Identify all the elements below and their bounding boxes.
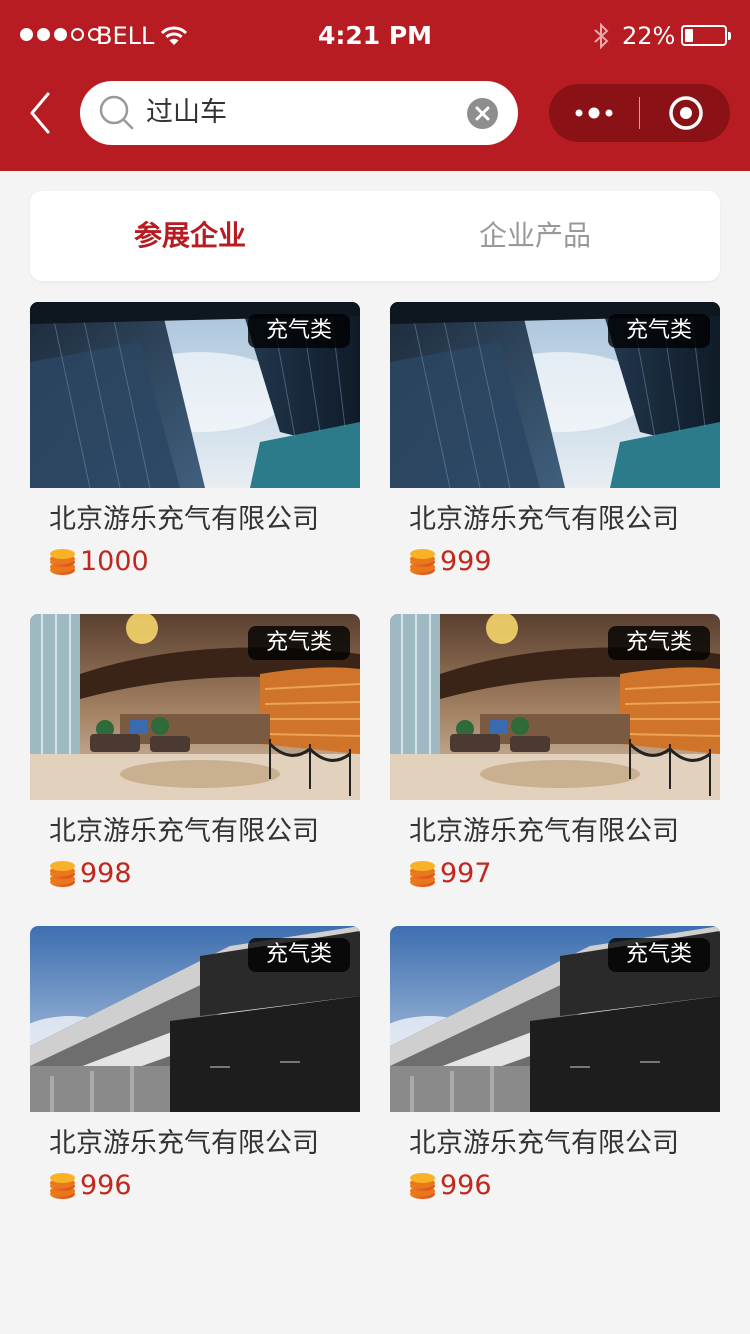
coin-icon: [410, 1173, 435, 1199]
battery-icon: [681, 25, 731, 46]
search-input[interactable]: [146, 91, 456, 135]
coin-icon: [50, 549, 75, 575]
company-image: 充气类: [390, 926, 720, 1112]
coin-price: 998: [49, 856, 132, 892]
category-badge: 充气类: [607, 314, 710, 348]
price-value: 999: [440, 546, 492, 577]
coin-price: 996: [409, 1168, 492, 1204]
company-card[interactable]: 充气类 北京游乐充气有限公司 997: [390, 614, 720, 900]
coin-price: 1000: [49, 544, 149, 580]
coin-price: 999: [409, 544, 492, 580]
back-button[interactable]: [20, 88, 64, 138]
price-value: 998: [80, 858, 132, 889]
status-bar: BELL 4:21 PM 22%: [0, 0, 750, 72]
tab-exhibitors[interactable]: 参展企业: [30, 191, 350, 281]
coin-icon: [410, 861, 435, 887]
price-value: 1000: [80, 546, 149, 577]
price-value: 997: [440, 858, 492, 889]
category-badge: 充气类: [607, 938, 710, 972]
category-badge: 充气类: [607, 626, 710, 660]
company-card[interactable]: 充气类 北京游乐充气有限公司 998: [30, 614, 360, 900]
company-image: 充气类: [30, 614, 360, 800]
category-badge: 充气类: [247, 314, 350, 348]
company-card[interactable]: 充气类 北京游乐充气有限公司 999: [390, 302, 720, 588]
coin-icon: [50, 861, 75, 887]
miniprogram-capsule: [549, 84, 730, 142]
company-image: 充气类: [390, 302, 720, 488]
tab-bar: 参展企业 企业产品: [30, 191, 720, 281]
coin-icon: [410, 549, 435, 575]
price-value: 996: [80, 1170, 132, 1201]
company-image: 充气类: [30, 302, 360, 488]
bluetooth-icon: [594, 22, 609, 50]
company-name: 北京游乐充气有限公司: [409, 816, 679, 847]
close-icon: [475, 106, 490, 121]
search-bar[interactable]: [80, 81, 518, 145]
coin-price: 996: [49, 1168, 132, 1204]
company-name: 北京游乐充气有限公司: [409, 1128, 679, 1159]
price-value: 996: [440, 1170, 492, 1201]
search-icon: [99, 95, 134, 130]
coin-price: 997: [409, 856, 492, 892]
more-options-button[interactable]: [549, 84, 639, 142]
company-name: 北京游乐充气有限公司: [409, 504, 679, 535]
coin-icon: [50, 1173, 75, 1199]
tab-products[interactable]: 企业产品: [375, 191, 695, 281]
company-name: 北京游乐充气有限公司: [49, 504, 319, 535]
company-card[interactable]: 充气类 北京游乐充气有限公司 996: [390, 926, 720, 1212]
company-name: 北京游乐充气有限公司: [49, 1128, 319, 1159]
clear-search-button[interactable]: [467, 98, 498, 129]
battery-percent: 22%: [622, 22, 676, 50]
close-miniprogram-button[interactable]: [640, 84, 730, 142]
company-image: 充气类: [30, 926, 360, 1112]
company-card[interactable]: 充气类 北京游乐充气有限公司 996: [30, 926, 360, 1212]
company-name: 北京游乐充气有限公司: [49, 816, 319, 847]
company-card[interactable]: 充气类 北京游乐充气有限公司 1000: [30, 302, 360, 588]
top-header: BELL 4:21 PM 22%: [0, 0, 750, 171]
category-badge: 充气类: [247, 626, 350, 660]
category-badge: 充气类: [247, 938, 350, 972]
company-image: 充气类: [390, 614, 720, 800]
